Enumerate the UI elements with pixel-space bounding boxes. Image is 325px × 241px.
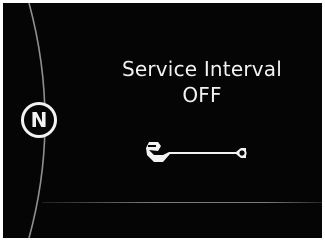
instrument-cluster-display: N Service Interval OFF	[3, 3, 322, 238]
cluster-frame: N Service Interval OFF	[0, 0, 325, 241]
service-interval-message: Service Interval OFF	[83, 56, 321, 108]
gear-indicator: N	[21, 102, 57, 138]
bottom-divider	[42, 202, 322, 203]
message-status: OFF	[182, 83, 222, 107]
message-title: Service Interval	[121, 57, 283, 81]
gear-letter: N	[30, 108, 48, 132]
wrench-icon	[146, 142, 247, 162]
